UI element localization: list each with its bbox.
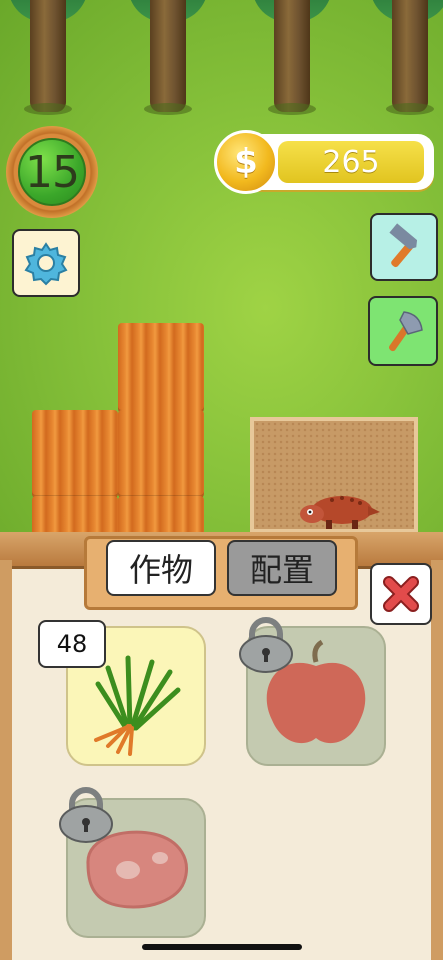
axe-icon	[389, 311, 423, 352]
lock-icon	[59, 787, 113, 843]
item-count-badge: 48	[38, 620, 106, 668]
gear-icon	[24, 242, 68, 286]
level-badge: 15	[6, 126, 98, 218]
crop-plot[interactable]	[118, 323, 204, 413]
palm-tree	[370, 0, 443, 115]
settings-button[interactable]	[12, 229, 80, 297]
close-button[interactable]	[370, 563, 432, 625]
hammer-button[interactable]	[370, 213, 438, 281]
panel-frame-left	[0, 560, 12, 960]
home-indicator[interactable]	[142, 944, 302, 950]
palm-tree	[128, 0, 208, 115]
axe-button[interactable]	[368, 296, 438, 366]
dinosaur-icon[interactable]	[296, 488, 380, 530]
crop-plot[interactable]	[32, 410, 118, 498]
level-number: 15	[18, 138, 86, 206]
coin-dollar-icon: $	[214, 130, 278, 194]
palm-tree	[8, 0, 88, 115]
palm-tree	[252, 0, 332, 115]
hammer-icon	[389, 223, 418, 268]
tab-crops[interactable]: 作物	[106, 540, 216, 596]
panel-frame-right	[431, 560, 443, 960]
close-x-icon	[383, 576, 419, 612]
tab-placement[interactable]: 配置	[227, 540, 337, 596]
lock-icon	[239, 617, 293, 673]
coin-amount: 265	[278, 141, 424, 183]
crop-plot[interactable]	[118, 410, 204, 498]
